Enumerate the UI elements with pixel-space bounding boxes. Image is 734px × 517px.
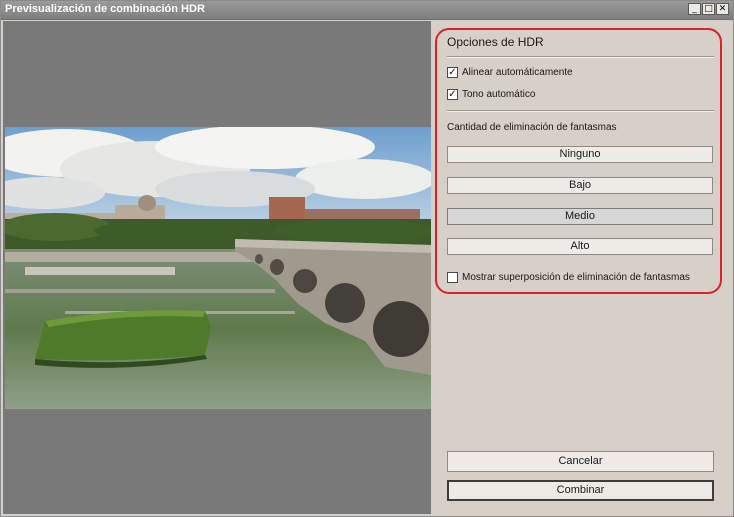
show-overlay-label[interactable]: Mostrar superposición de eliminación de … (462, 272, 690, 283)
image-preview-area (3, 21, 431, 514)
hdr-merge-preview-dialog: Previsualización de combinación HDR _ □ … (0, 0, 734, 517)
deghost-low-button[interactable]: Bajo (447, 177, 713, 194)
merge-button[interactable]: Combinar (447, 480, 714, 501)
cancel-button[interactable]: Cancelar (447, 451, 714, 472)
separator (447, 56, 714, 58)
deghost-none-button[interactable]: Ninguno (447, 146, 713, 163)
deghost-amount-label: Cantidad de eliminación de fantasmas (447, 122, 617, 133)
auto-align-label[interactable]: Alinear automáticamente (462, 67, 573, 78)
preview-photo (5, 127, 431, 409)
deghost-medium-button[interactable]: Medio (447, 208, 713, 225)
window-title: Previsualización de combinación HDR (5, 3, 205, 15)
auto-tone-checkbox[interactable]: ✓ (447, 89, 458, 100)
separator (447, 110, 714, 112)
auto-tone-label[interactable]: Tono automático (462, 89, 535, 100)
section-title: Opciones de HDR (447, 35, 544, 49)
auto-align-checkbox[interactable]: ✓ (447, 67, 458, 78)
hdr-options-panel: Opciones de HDR ✓ Alinear automáticament… (433, 21, 731, 514)
show-overlay-checkbox[interactable] (447, 272, 458, 283)
close-button[interactable]: ✕ (716, 3, 729, 15)
grass-island (35, 310, 211, 368)
maximize-button[interactable]: □ (702, 3, 715, 15)
deghost-high-button[interactable]: Alto (447, 238, 713, 255)
title-bar[interactable]: Previsualización de combinación HDR _ □ … (1, 1, 733, 20)
minimize-button[interactable]: _ (688, 3, 701, 15)
